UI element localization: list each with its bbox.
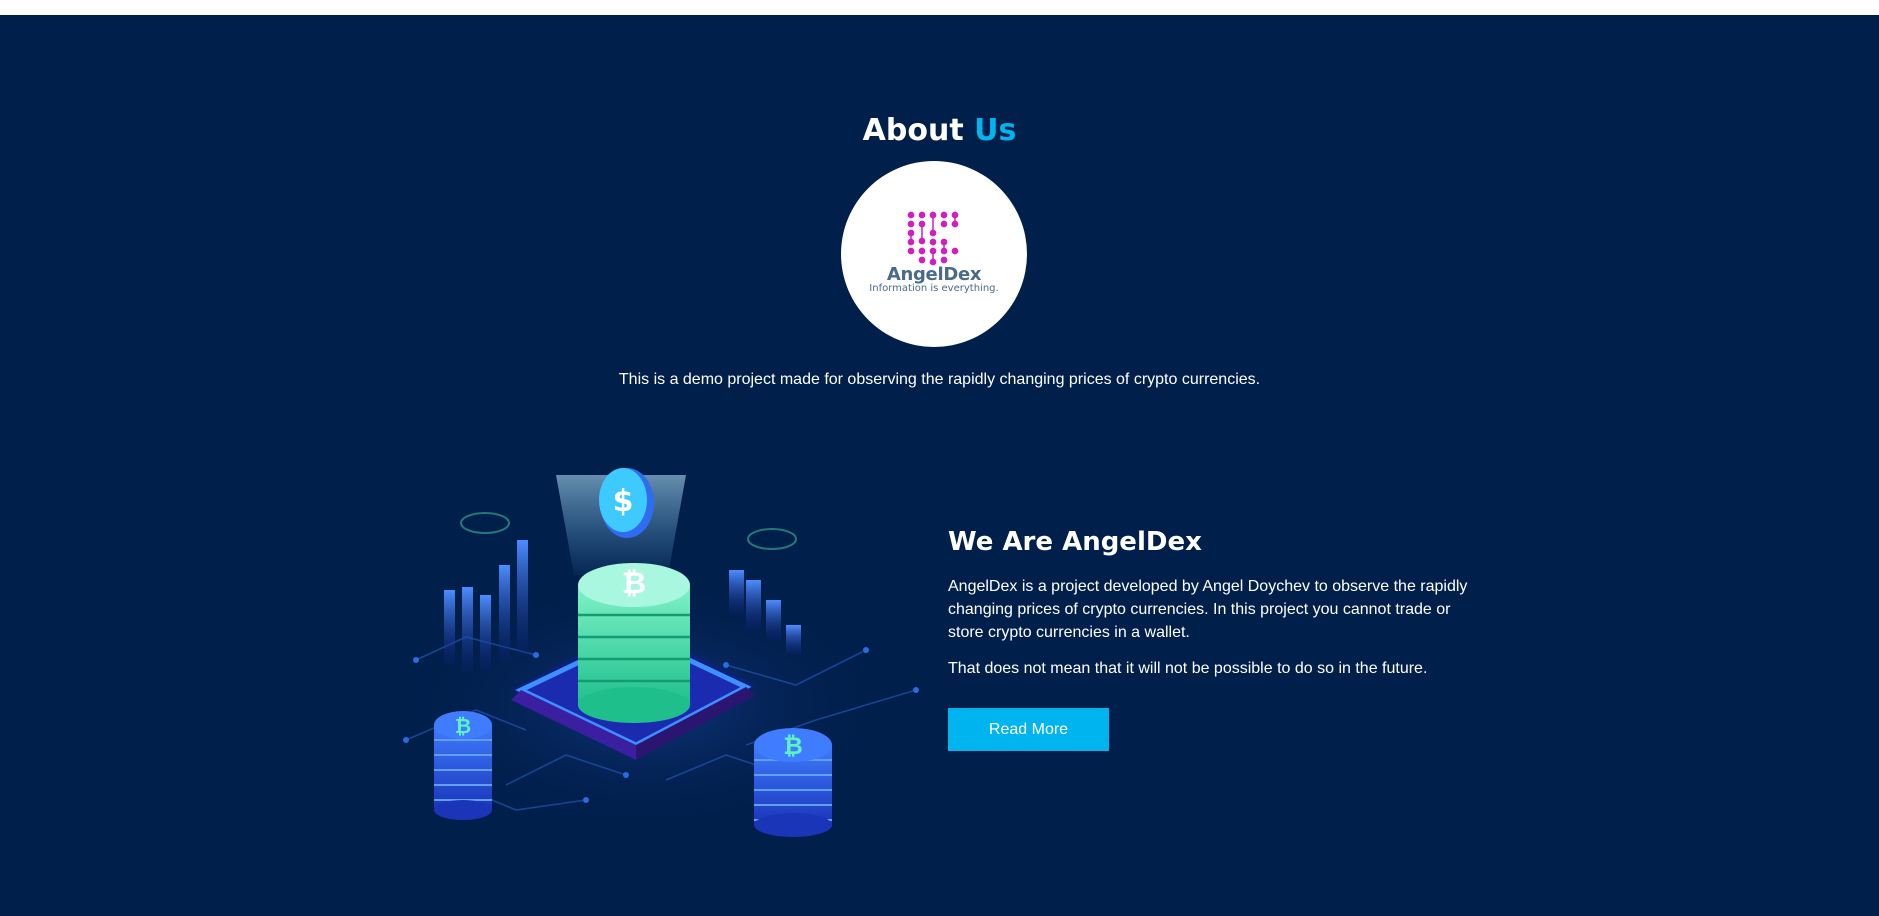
logo-name: AngelDex — [886, 264, 982, 285]
intro-text: This is a demo project made for observin… — [618, 371, 1261, 388]
svg-text:₿: ₿ — [622, 566, 646, 601]
about-section: About Us AngelDex Information is everyth… — [0, 15, 1879, 916]
svg-text:₿: ₿ — [455, 714, 471, 738]
content-paragraph-1: AngelDex is a project developed by Angel… — [948, 578, 1468, 641]
logo-tagline: Information is everything. — [869, 283, 999, 294]
about-title: About Us — [0, 113, 1879, 148]
crypto-coins-illustration: ₿ $ ₿ ₿ — [396, 468, 919, 837]
logo-dots-icon — [907, 211, 959, 266]
angeldex-logo: AngelDex Information is everything. — [841, 161, 1027, 347]
content-heading: We Are AngelDex — [948, 527, 1202, 557]
read-more-button[interactable]: Read More — [948, 708, 1109, 751]
svg-text:$: $ — [613, 484, 634, 519]
about-content: We Are AngelDex AngelDex is a project de… — [948, 527, 1468, 751]
about-title-main: About — [862, 113, 964, 148]
about-title-accent: Us — [974, 113, 1017, 148]
svg-text:₿: ₿ — [783, 732, 803, 760]
content-paragraph-2: That does not mean that it will not be p… — [948, 660, 1428, 677]
top-strip — [0, 0, 1879, 15]
